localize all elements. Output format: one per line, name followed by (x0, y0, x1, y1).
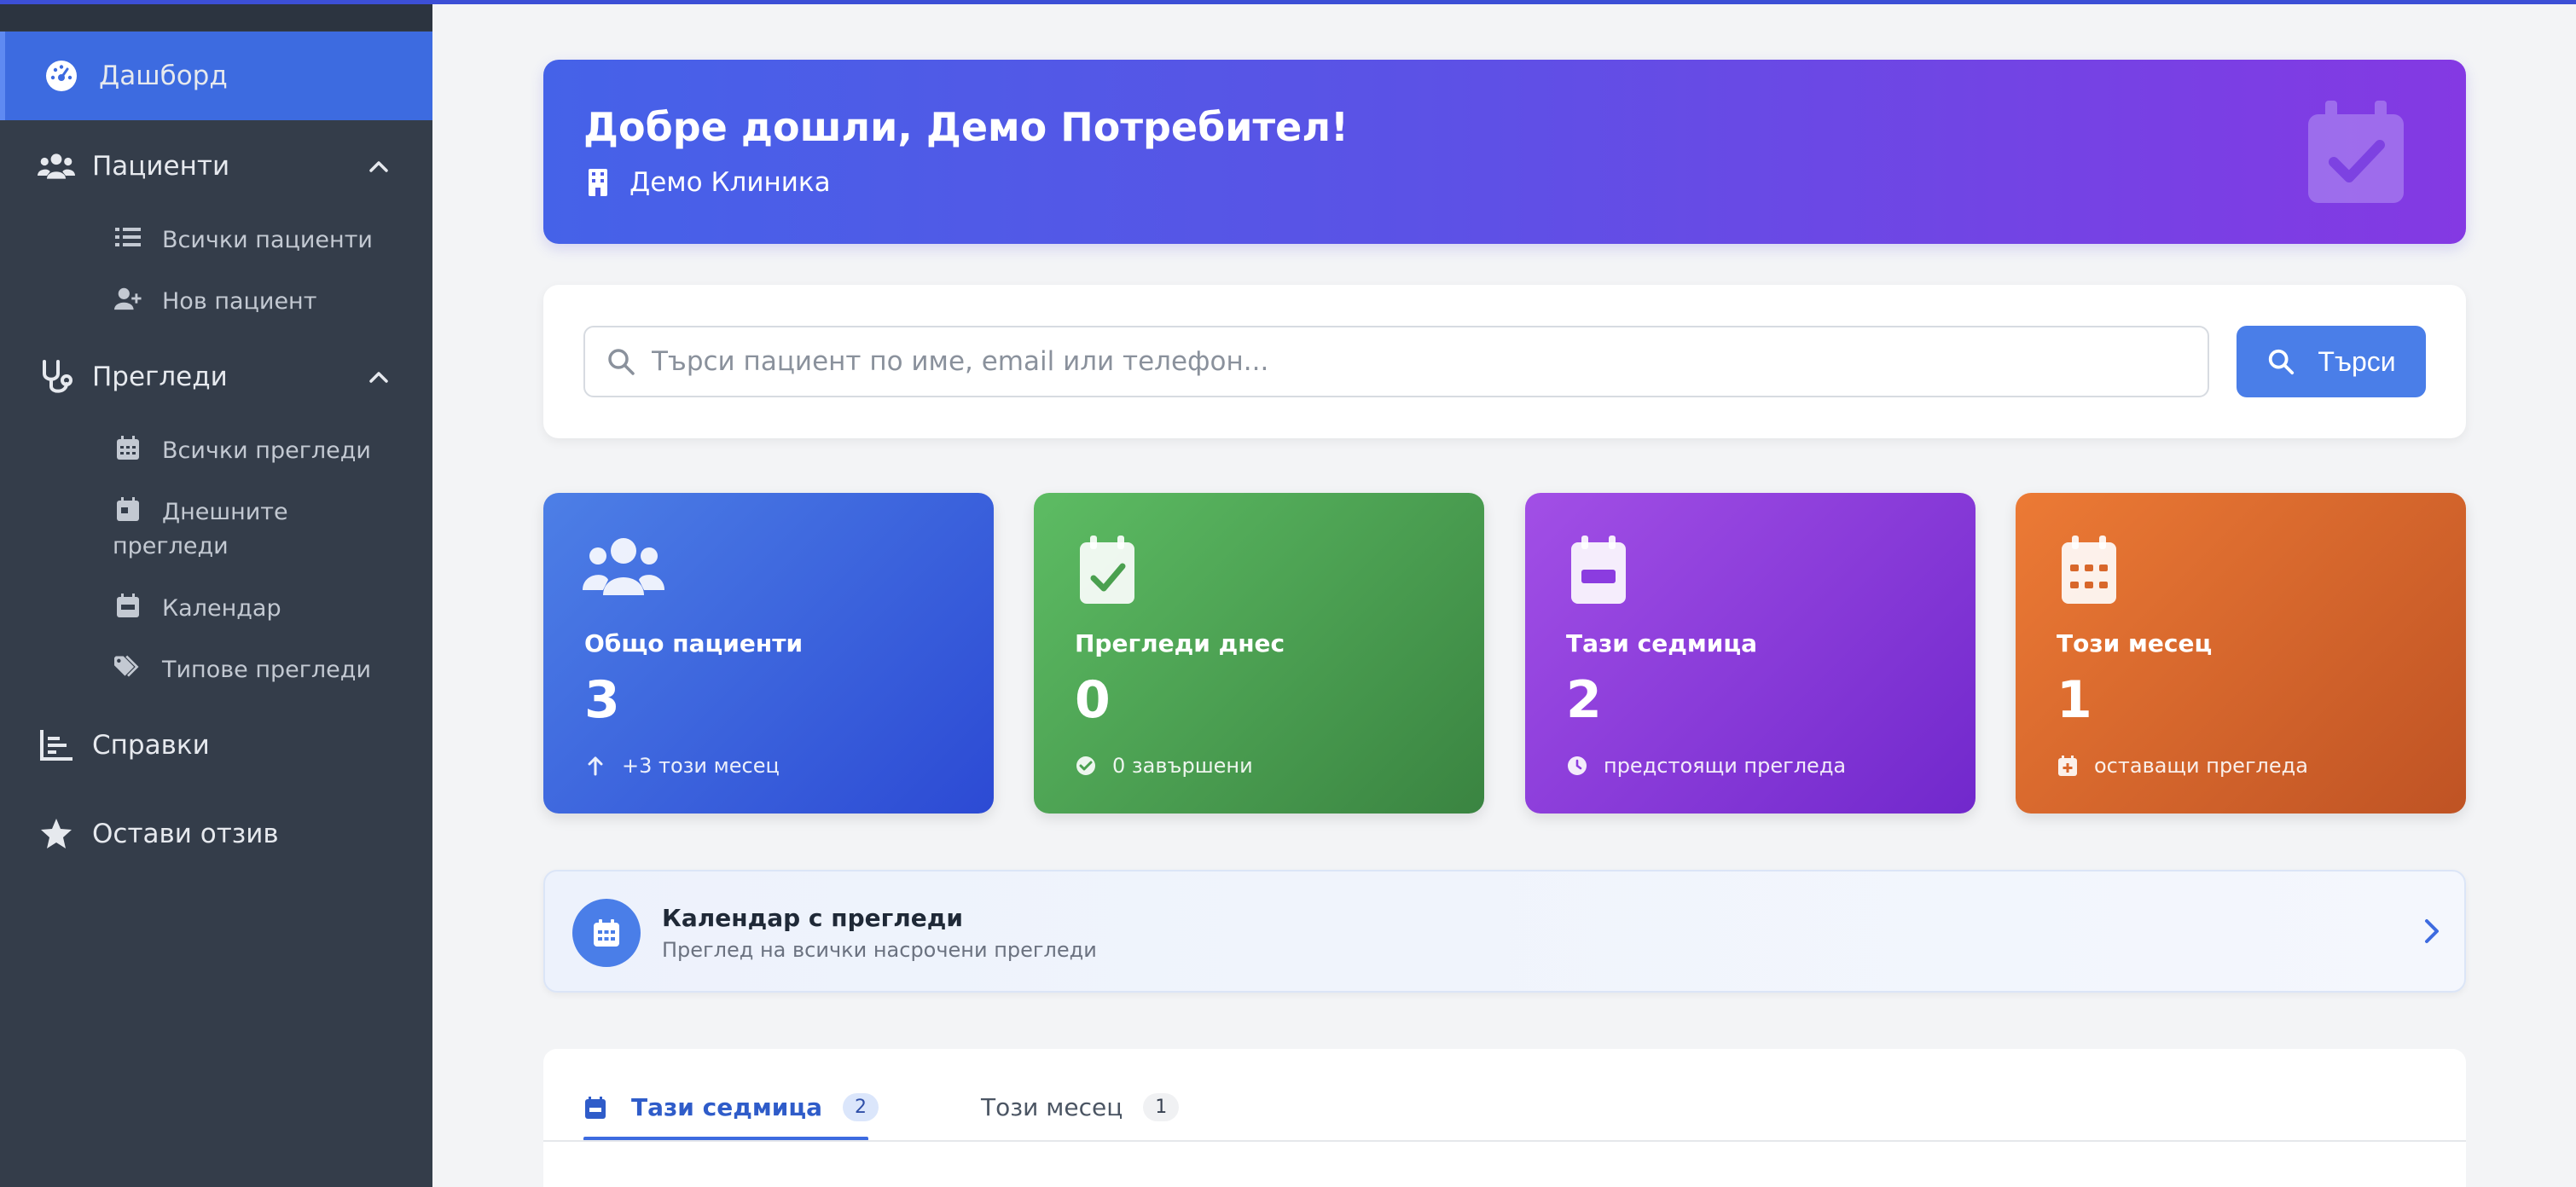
chevron-right-icon (2425, 919, 2439, 943)
check-circle-icon (1075, 755, 1097, 777)
stat-value: 1 (2057, 670, 2092, 730)
sidebar-subitem-today-exams[interactable]: Днешните прегледи (0, 495, 432, 564)
tabs-divider (543, 1140, 2466, 1142)
arrow-up-icon (584, 755, 606, 777)
stat-value: 0 (1075, 670, 1111, 730)
stat-subtext-label: +3 този месец (622, 754, 780, 778)
stat-label: Прегледи днес (1075, 629, 1285, 657)
calendar-plus-icon (2057, 755, 2079, 777)
calendar-card-title: Календар с прегледи (662, 904, 964, 932)
calendar-link-card[interactable]: Календар с прегледи Преглед на всички на… (543, 870, 2466, 993)
sidebar-item-feedback[interactable]: Остави отзив (0, 790, 432, 878)
sidebar-subitem-exam-types[interactable]: Типове прегледи (0, 653, 432, 687)
sidebar-subitem-all-exams[interactable]: Всички прегледи (0, 434, 432, 468)
search-field[interactable] (583, 326, 2209, 397)
calendar-icon (114, 434, 142, 461)
sidebar-item-label: Прегледи (92, 362, 228, 392)
stat-label: Тази седмица (1566, 629, 1757, 657)
search-input[interactable] (652, 336, 2187, 387)
search-button[interactable]: Търси (2237, 326, 2426, 397)
calendar-check-icon (1080, 536, 1134, 604)
sidebar-subitem-label: Всички пациенти (162, 227, 373, 253)
stat-subtext-label: оставащи прегледа (2094, 754, 2308, 778)
calendar-alt-icon (2062, 536, 2116, 604)
stat-subtext: 0 завършени (1075, 754, 1253, 778)
stat-card-exams-today[interactable]: Прегледи днес 0 0 завършени (1034, 493, 1484, 814)
search-button-label: Търси (2318, 345, 2396, 377)
building-icon (583, 168, 612, 197)
stat-label: Общо пациенти (584, 629, 804, 657)
stat-subtext: +3 този месец (584, 754, 780, 778)
sidebar-subitem-label: Типове прегледи (162, 657, 371, 683)
sidebar-header-strip (0, 0, 432, 31)
stat-value: 3 (584, 670, 620, 730)
stat-value: 2 (1566, 670, 1602, 730)
top-accent-strip (0, 0, 2576, 4)
calendar-day-icon (114, 495, 142, 523)
gauge-icon (43, 57, 80, 95)
tab-this-month[interactable]: Този месец 1 (981, 1074, 1180, 1140)
calendar-check-icon (2308, 101, 2404, 203)
tab-label: Тази седмица (631, 1093, 822, 1121)
list-icon (114, 223, 142, 251)
sidebar: Дашборд Пациенти Всички пациенти Нов пац… (0, 0, 432, 1187)
search-icon (2269, 349, 2295, 375)
sidebar-subitem-label-line2: прегледи (113, 533, 229, 559)
stat-subtext-label: предстоящи прегледа (1604, 754, 1847, 778)
sidebar-item-label: Пациенти (92, 151, 230, 182)
clock-icon (1566, 755, 1588, 777)
sidebar-subitem-label: Нов пациент (162, 288, 317, 315)
sidebar-item-exams[interactable]: Прегледи (0, 333, 432, 421)
sidebar-item-patients[interactable]: Пациенти (0, 122, 432, 211)
star-icon (38, 815, 75, 853)
stat-subtext: оставащи прегледа (2057, 754, 2308, 778)
welcome-banner: Добре дошли, Демо Потребител! Демо Клини… (543, 60, 2466, 244)
search-icon (608, 349, 635, 375)
calendar-week-icon (1571, 536, 1626, 604)
user-plus-icon (114, 285, 142, 312)
stethoscope-icon (38, 358, 75, 396)
sidebar-subitem-all-patients[interactable]: Всички пациенти (0, 223, 432, 258)
stat-subtext: предстоящи прегледа (1566, 754, 1846, 778)
clinic-name: Демо Клиника (629, 167, 831, 198)
chevron-up-icon[interactable] (367, 154, 391, 178)
sidebar-item-dashboard[interactable]: Дашборд (0, 32, 432, 120)
tab-count-badge: 2 (843, 1093, 879, 1121)
tab-label: Този месец (981, 1093, 1123, 1121)
chart-bar-icon (38, 727, 75, 764)
stat-card-this-month[interactable]: Този месец 1 оставащи прегледа (2016, 493, 2466, 814)
calendar-week-icon (583, 1096, 607, 1120)
users-icon (583, 538, 664, 595)
welcome-title: Добре дошли, Демо Потребител! (583, 104, 1349, 150)
sidebar-subitem-label: Календар (162, 595, 281, 622)
sidebar-item-reports[interactable]: Справки (0, 701, 432, 790)
chevron-up-icon[interactable] (367, 365, 391, 389)
tags-icon (114, 653, 142, 680)
calendar-icon (114, 592, 142, 619)
tab-count-badge: 1 (1143, 1093, 1180, 1121)
calendar-card-description: Преглед на всички насрочени прегледи (662, 938, 1097, 962)
users-icon (38, 148, 75, 185)
sidebar-item-label: Дашборд (99, 61, 228, 91)
sidebar-item-label: Справки (92, 730, 210, 761)
calendar-icon-circle (572, 899, 641, 967)
tab-this-week[interactable]: Тази седмица 2 (583, 1074, 879, 1140)
stat-label: Този месец (2057, 629, 2213, 657)
stat-subtext-label: 0 завършени (1112, 754, 1253, 778)
sidebar-subitem-label: Днешните (162, 499, 288, 525)
calendar-icon (594, 919, 619, 947)
sidebar-subitem-label: Всички прегледи (162, 437, 371, 464)
search-card: Търси (543, 285, 2466, 438)
stat-card-total-patients[interactable]: Общо пациенти 3 +3 този месец (543, 493, 994, 814)
stat-card-this-week[interactable]: Тази седмица 2 предстоящи прегледа (1525, 493, 1976, 814)
appointments-tabs-card: Тази седмица 2 Този месец 1 (543, 1049, 2466, 1187)
sidebar-item-label: Остави отзив (92, 819, 279, 849)
sidebar-subitem-new-patient[interactable]: Нов пациент (0, 285, 432, 319)
sidebar-subitem-calendar[interactable]: Календар (0, 592, 432, 626)
clinic-row: Демо Клиника (583, 167, 831, 198)
